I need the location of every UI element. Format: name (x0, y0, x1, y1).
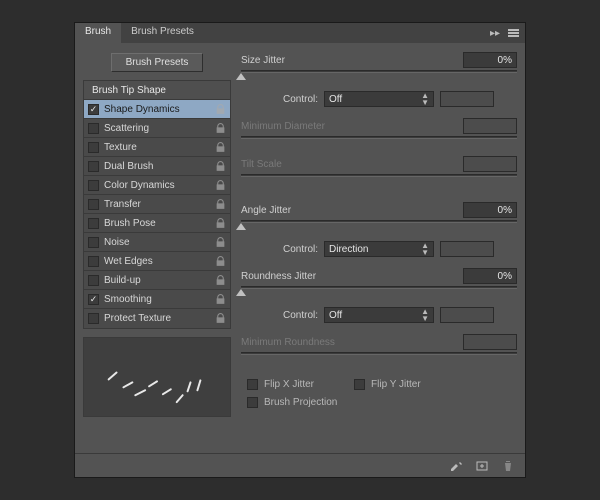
checkbox-brush-pose[interactable] (88, 218, 99, 229)
angle-jitter-label: Angle Jitter (241, 205, 457, 216)
checkbox-scattering[interactable] (88, 123, 99, 134)
control1-select[interactable]: Off▲▼ (324, 91, 434, 107)
brush-panel: Brush Brush Presets ▸▸ Brush Presets Bru… (74, 22, 526, 478)
roundness-jitter-slider[interactable] (241, 285, 517, 299)
option-protect-texture[interactable]: Protect Texture (84, 309, 230, 328)
min-roundness-slider[interactable] (241, 351, 517, 365)
option-dual-brush[interactable]: Dual Brush (84, 157, 230, 176)
panel-menu-icon[interactable] (508, 29, 519, 37)
brush-tip-shape-row[interactable]: Brush Tip Shape (84, 81, 230, 100)
lock-icon[interactable] (215, 313, 226, 324)
lock-icon[interactable] (215, 142, 226, 153)
checkbox-flip-x[interactable] (247, 379, 258, 390)
min-roundness-label: Minimum Roundness (241, 337, 457, 348)
size-jitter-label: Size Jitter (241, 55, 457, 66)
min-diameter-slider[interactable] (241, 135, 517, 149)
checkbox-protect-texture[interactable] (88, 313, 99, 324)
size-jitter-input[interactable] (463, 52, 517, 68)
control3-aux-input[interactable] (440, 307, 494, 323)
brush-options-list: Brush Tip Shape Shape Dynamics Scatterin… (83, 80, 231, 329)
checkbox-brush-projection[interactable] (247, 397, 258, 408)
flip-x-label: Flip X Jitter (264, 379, 314, 390)
option-color-dynamics[interactable]: Color Dynamics (84, 176, 230, 195)
control3-select[interactable]: Off▲▼ (324, 307, 434, 323)
roundness-jitter-label: Roundness Jitter (241, 271, 457, 282)
tab-brush-presets[interactable]: Brush Presets (121, 23, 204, 43)
lock-icon[interactable] (215, 218, 226, 229)
lock-icon[interactable] (215, 199, 226, 210)
collapse-icon[interactable]: ▸▸ (490, 28, 500, 39)
angle-jitter-input[interactable] (463, 202, 517, 218)
control1-label: Control: (283, 94, 318, 105)
option-texture[interactable]: Texture (84, 138, 230, 157)
lock-icon[interactable] (215, 237, 226, 248)
tilt-scale-slider[interactable] (241, 173, 517, 187)
control2-select[interactable]: Direction▲▼ (324, 241, 434, 257)
tab-brush[interactable]: Brush (75, 23, 121, 43)
option-transfer[interactable]: Transfer (84, 195, 230, 214)
lock-icon[interactable] (215, 180, 226, 191)
trash-icon[interactable] (501, 459, 515, 473)
brush-presets-button[interactable]: Brush Presets (111, 53, 204, 72)
control2-aux-input[interactable] (440, 241, 494, 257)
checkbox-color-dynamics[interactable] (88, 180, 99, 191)
control3-label: Control: (283, 310, 318, 321)
size-jitter-slider[interactable] (241, 69, 517, 83)
panel-footer (75, 453, 525, 477)
brush-projection-label: Brush Projection (264, 397, 337, 408)
checkbox-flip-y[interactable] (354, 379, 365, 390)
option-smoothing[interactable]: Smoothing (84, 290, 230, 309)
flip-y-label: Flip Y Jitter (371, 379, 421, 390)
settings-column: Size Jitter Control: Off▲▼ Minimum Diame… (241, 51, 517, 445)
min-roundness-input[interactable] (463, 334, 517, 350)
min-diameter-input[interactable] (463, 118, 517, 134)
option-build-up[interactable]: Build-up (84, 271, 230, 290)
new-preset-icon[interactable] (475, 459, 489, 473)
brush-preview (83, 337, 231, 417)
toggle-brush-icon[interactable] (449, 459, 463, 473)
checkbox-smoothing[interactable] (88, 294, 99, 305)
checkbox-texture[interactable] (88, 142, 99, 153)
tilt-scale-input[interactable] (463, 156, 517, 172)
lock-icon[interactable] (215, 256, 226, 267)
option-scattering[interactable]: Scattering (84, 119, 230, 138)
control2-label: Control: (283, 244, 318, 255)
option-noise[interactable]: Noise (84, 233, 230, 252)
checkbox-noise[interactable] (88, 237, 99, 248)
option-wet-edges[interactable]: Wet Edges (84, 252, 230, 271)
option-shape-dynamics[interactable]: Shape Dynamics (84, 100, 230, 119)
lock-icon[interactable] (215, 104, 226, 115)
checkbox-dual-brush[interactable] (88, 161, 99, 172)
checkbox-transfer[interactable] (88, 199, 99, 210)
option-brush-pose[interactable]: Brush Pose (84, 214, 230, 233)
control1-aux-input[interactable] (440, 91, 494, 107)
lock-icon[interactable] (215, 161, 226, 172)
checkbox-build-up[interactable] (88, 275, 99, 286)
tilt-scale-label: Tilt Scale (241, 159, 457, 170)
left-column: Brush Presets Brush Tip Shape Shape Dyna… (83, 51, 231, 445)
lock-icon[interactable] (215, 275, 226, 286)
min-diameter-label: Minimum Diameter (241, 121, 457, 132)
lock-icon[interactable] (215, 294, 226, 305)
roundness-jitter-input[interactable] (463, 268, 517, 284)
tab-bar: Brush Brush Presets ▸▸ (75, 23, 525, 43)
checkbox-shape-dynamics[interactable] (88, 104, 99, 115)
checkbox-wet-edges[interactable] (88, 256, 99, 267)
angle-jitter-slider[interactable] (241, 219, 517, 233)
lock-icon[interactable] (215, 123, 226, 134)
